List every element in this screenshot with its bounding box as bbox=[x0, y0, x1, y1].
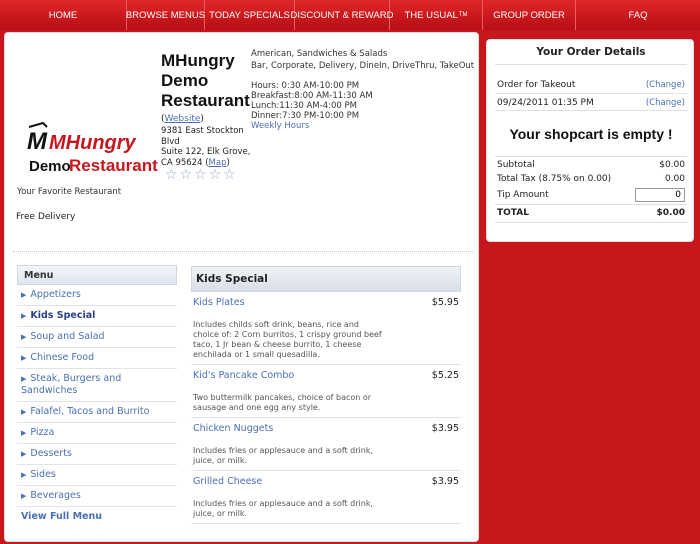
item-price: $5.95 bbox=[431, 297, 459, 308]
nav-today-specials[interactable]: TODAY SPECIALS bbox=[205, 0, 295, 30]
restaurant-address: 9381 East Stockton Blvd Suite 122, Elk G… bbox=[161, 126, 251, 168]
star-icon[interactable]: ☆ bbox=[194, 168, 207, 182]
bullet-icon: ▶ bbox=[21, 333, 27, 341]
menu-item-desserts[interactable]: ▶ Desserts bbox=[17, 444, 177, 465]
item-description: Includes fries or applesauce and a soft … bbox=[193, 446, 374, 465]
list-item: Grilled Cheese $3.95 Includes fries or a… bbox=[191, 471, 461, 524]
divider bbox=[495, 64, 687, 65]
svg-text:Restaurant: Restaurant bbox=[69, 156, 158, 175]
bullet-icon: ▶ bbox=[21, 492, 27, 500]
divider bbox=[495, 110, 687, 111]
bullet-icon: ▶ bbox=[21, 291, 27, 299]
menu-item-falafel-tacos[interactable]: ▶ Falafel, Tacos and Burrito bbox=[17, 402, 177, 423]
item-description: Two buttermilk pancakes, choice of bacon… bbox=[193, 393, 372, 412]
menu-item-steak-burgers[interactable]: ▶ Steak, Burgers and Sandwiches bbox=[17, 369, 177, 402]
svg-text:M: M bbox=[27, 128, 48, 155]
menu-item-kids-special[interactable]: ▶ Kids Special bbox=[17, 306, 177, 327]
restaurant-panel: M MHungry Demo Restaurant MHungry Demo R… bbox=[4, 32, 479, 542]
bullet-icon: ▶ bbox=[21, 471, 27, 479]
menu-item-chinese-food[interactable]: ▶ Chinese Food bbox=[17, 348, 177, 369]
change-time-link[interactable]: (Change) bbox=[646, 98, 685, 108]
nav-the-usual[interactable]: THE USUAL TM bbox=[390, 0, 483, 30]
rating-stars[interactable]: ☆ ☆ ☆ ☆ ☆ bbox=[165, 168, 236, 182]
item-name-link[interactable]: Grilled Cheese bbox=[193, 476, 461, 487]
restaurant-cuisines: American, Sandwiches & Salads Bar, Corpo… bbox=[251, 49, 475, 71]
menu-item-soup-salad[interactable]: ▶ Soup and Salad bbox=[17, 327, 177, 348]
weekly-hours-link[interactable]: Weekly Hours bbox=[251, 121, 373, 131]
item-description: Includes childs soft drink, beans, rice … bbox=[193, 320, 382, 359]
list-item: Kid's Pancake Combo $5.25 Two buttermilk… bbox=[191, 365, 461, 418]
item-description: Includes fries or applesauce and a soft … bbox=[193, 499, 374, 518]
top-nav: HOME BROWSE MENUS TODAY SPECIALS DISCOUN… bbox=[0, 0, 700, 30]
empty-cart-message: Your shopcart is empty ! bbox=[509, 126, 673, 142]
nav-home[interactable]: HOME bbox=[0, 0, 127, 30]
divider bbox=[13, 251, 473, 252]
star-icon[interactable]: ☆ bbox=[165, 168, 178, 182]
delivery-info: Free Delivery bbox=[16, 212, 76, 222]
bullet-icon: ▶ bbox=[21, 408, 27, 416]
star-icon[interactable]: ☆ bbox=[180, 168, 193, 182]
website-link-wrap: (Website) bbox=[161, 114, 204, 124]
map-link[interactable]: Map bbox=[209, 158, 227, 168]
tax-row: Total Tax (8.75% on 0.00) 0.00 bbox=[497, 174, 685, 184]
svg-text:MHungry: MHungry bbox=[49, 132, 137, 154]
view-full-menu-link[interactable]: View Full Menu bbox=[17, 507, 177, 526]
menu-item-appetizers[interactable]: ▶ Appetizers bbox=[17, 285, 177, 306]
menu-item-beverages[interactable]: ▶ Beverages bbox=[17, 486, 177, 507]
subtotal-row: Subtotal $0.00 bbox=[497, 160, 685, 170]
bullet-icon: ▶ bbox=[21, 450, 27, 458]
total-row: TOTAL $0.00 bbox=[497, 208, 685, 218]
restaurant-hours: Hours: 0:30 AM-10:00 PM Breakfast:8:00 A… bbox=[251, 81, 373, 131]
menu-item-sides[interactable]: ▶ Sides bbox=[17, 465, 177, 486]
restaurant-name: MHungry Demo Restaurant bbox=[161, 51, 250, 110]
menu-item-pizza[interactable]: ▶ Pizza bbox=[17, 423, 177, 444]
menu-title: Menu bbox=[17, 265, 177, 285]
star-icon[interactable]: ☆ bbox=[223, 168, 236, 182]
order-datetime-row: 09/24/2011 01:35 PM (Change) bbox=[497, 98, 685, 108]
bullet-icon: ▶ bbox=[21, 312, 27, 320]
divider bbox=[495, 222, 687, 223]
tip-row: Tip Amount bbox=[497, 188, 685, 202]
order-panel: Your Order Details Order for Takeout (Ch… bbox=[486, 39, 694, 242]
order-mode-row: Order for Takeout (Change) bbox=[497, 80, 685, 90]
order-title: Your Order Details bbox=[536, 46, 646, 58]
bullet-icon: ▶ bbox=[21, 375, 27, 383]
item-name-link[interactable]: Kid's Pancake Combo bbox=[193, 370, 461, 381]
item-price: $3.95 bbox=[431, 476, 459, 487]
list-item: Kids Plates $5.95 Includes childs soft d… bbox=[191, 292, 461, 365]
nav-group-order[interactable]: GROUP ORDER bbox=[483, 0, 576, 30]
website-link[interactable]: Website bbox=[165, 114, 201, 124]
nav-faq[interactable]: FAQ bbox=[576, 0, 700, 30]
divider bbox=[495, 204, 687, 205]
item-price: $5.25 bbox=[431, 370, 459, 381]
category-title: Kids Special bbox=[191, 266, 461, 292]
menu-sidebar: Menu ▶ Appetizers ▶ Kids Special ▶ Soup and… bbox=[17, 265, 177, 526]
list-item: Chicken Nuggets $3.95 Includes fries or … bbox=[191, 418, 461, 471]
change-mode-link[interactable]: (Change) bbox=[646, 80, 685, 90]
item-name-link[interactable]: Kids Plates bbox=[193, 297, 461, 308]
nav-discount-reward[interactable]: DISCOUNT & REWARD bbox=[291, 0, 393, 30]
bullet-icon: ▶ bbox=[21, 354, 27, 362]
nav-browse-menus[interactable]: BROWSE MENUS bbox=[126, 0, 205, 30]
divider bbox=[495, 156, 687, 157]
divider bbox=[495, 93, 687, 94]
bullet-icon: ▶ bbox=[21, 429, 27, 437]
item-name-link[interactable]: Chicken Nuggets bbox=[193, 423, 461, 434]
category-items: Kids Special Kids Plates $5.95 Includes … bbox=[191, 266, 461, 524]
star-icon[interactable]: ☆ bbox=[209, 168, 222, 182]
item-price: $3.95 bbox=[431, 423, 459, 434]
restaurant-tagline: Your Favorite Restaurant bbox=[17, 187, 122, 197]
tip-amount-input[interactable] bbox=[635, 188, 685, 202]
restaurant-logo: M MHungry Demo Restaurant bbox=[27, 121, 158, 175]
svg-text:Demo: Demo bbox=[29, 158, 71, 175]
